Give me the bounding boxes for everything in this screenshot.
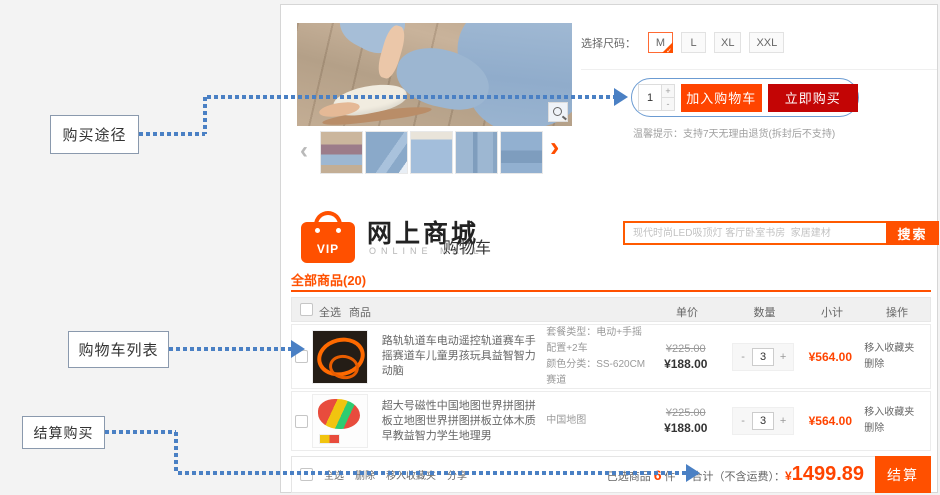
column-operation: 操作: [862, 304, 932, 320]
row2-delete-link[interactable]: 删除: [864, 421, 930, 437]
dotted-line-a1: [139, 132, 205, 136]
dotted-line-c3: [178, 471, 686, 475]
thumbnail-4[interactable]: [455, 131, 498, 174]
size-option-xl[interactable]: XL: [714, 32, 741, 53]
total-amount: 1499.89: [792, 463, 864, 486]
row1-spec-line2: 颜色分类：SS-620CM赛道: [546, 357, 646, 389]
total-label: 合计（不含运费）：: [692, 468, 786, 484]
row2-spec-line1: 中国地图: [546, 413, 646, 429]
add-to-cart-button[interactable]: 加入购物车: [681, 84, 762, 112]
row1-qty-value[interactable]: 3: [752, 348, 774, 366]
cart-table-header: 全选 商品 单价 数量 小计 操作: [291, 297, 931, 322]
arrowhead-buy-controls-icon: [614, 88, 628, 106]
row2-product-image[interactable]: [312, 394, 368, 448]
row2-qty-minus-button[interactable]: -: [738, 415, 748, 427]
tab-all-items[interactable]: 全部商品(20): [291, 270, 366, 289]
image-zoom-button[interactable]: [548, 102, 568, 122]
thumbnails-next-arrow-icon[interactable]: ›: [550, 137, 559, 157]
row1-operations: 移入收藏夹 删除: [860, 341, 930, 373]
column-unit-price: 单价: [647, 304, 727, 320]
annotation-cart-list: 购物车列表: [68, 331, 169, 368]
row2-product-spec: 中国地图: [546, 413, 646, 429]
buy-now-button[interactable]: 立即购买: [768, 84, 858, 112]
shop-window: ‹ › 选择尺码： M L XL XXL + - 加入购物车 立即购买 温馨提示…: [280, 4, 938, 493]
row2-move-to-favorites-link[interactable]: 移入收藏夹: [864, 405, 930, 421]
select-all-label: 全选: [319, 304, 341, 320]
column-quantity: 数量: [727, 304, 802, 320]
quantity-increase-button[interactable]: +: [662, 84, 675, 98]
row1-delete-link[interactable]: 删除: [864, 357, 930, 373]
row1-product-image[interactable]: [312, 330, 368, 384]
row1-qty-minus-button[interactable]: -: [738, 351, 748, 363]
search-bar: 搜索: [623, 221, 939, 245]
arrowhead-cart-list-icon: [291, 340, 305, 358]
product-main-image[interactable]: [297, 23, 572, 126]
cart-row-2: 超大号磁性中国地图世界拼图拼板立地图世界拼图拼板立体木质早教益智力学生地理男 中…: [291, 391, 931, 451]
vip-bag-logo-icon: VIP: [301, 211, 355, 263]
checkout-button[interactable]: 结算: [875, 456, 931, 493]
size-option-m[interactable]: M: [648, 32, 673, 53]
total-currency: ¥: [785, 469, 792, 483]
row2-product-title[interactable]: 超大号磁性中国地图世界拼图拼板立地图世界拼图拼板立体木质早教益智力学生地理男: [382, 399, 547, 444]
row2-original-price: ¥225.00: [646, 407, 726, 419]
bag-body: VIP: [301, 222, 355, 263]
quantity-input[interactable]: [638, 84, 662, 111]
thumbnail-3[interactable]: [410, 131, 453, 174]
column-product: 商品: [349, 304, 371, 320]
thumbnail-1[interactable]: [320, 131, 363, 174]
section-divider: [581, 69, 937, 70]
annotation-purchase-path: 购买途径: [50, 115, 139, 154]
dotted-line-c1: [105, 430, 176, 434]
row1-spec-line1: 套餐类型：电动+手摇配置+2车: [546, 325, 646, 357]
thumbnails-prev-arrow-icon[interactable]: ‹: [300, 141, 308, 161]
size-selector-row: 选择尺码： M L XL XXL: [581, 32, 784, 53]
dotted-line-a3: [207, 95, 614, 99]
size-option-l[interactable]: L: [681, 32, 706, 53]
size-options: M L XL XXL: [648, 32, 784, 53]
row1-unit-price: ¥225.00 ¥188.00: [646, 343, 726, 371]
thumbnail-strip: [320, 131, 543, 174]
row2-current-price: ¥188.00: [646, 421, 726, 435]
row1-original-price: ¥225.00: [646, 343, 726, 355]
dotted-line-b1: [169, 347, 291, 351]
arrowhead-checkout-icon: [686, 464, 700, 482]
row1-move-to-favorites-link[interactable]: 移入收藏夹: [864, 341, 930, 357]
column-subtotal: 小计: [802, 304, 862, 320]
search-button[interactable]: 搜索: [886, 221, 939, 245]
thumbnail-5[interactable]: [500, 131, 543, 174]
selected-items-count: 6: [654, 467, 662, 483]
quantity-decrease-button[interactable]: -: [662, 98, 675, 112]
magnifier-icon: [553, 107, 562, 116]
quantity-stepper: + -: [638, 84, 675, 111]
row1-qty-plus-button[interactable]: +: [778, 351, 788, 363]
page-title: 购物车: [443, 234, 491, 258]
size-option-xxl[interactable]: XXL: [749, 32, 784, 53]
row2-subtotal: ¥564.00: [800, 414, 860, 428]
row2-operations: 移入收藏夹 删除: [860, 405, 930, 437]
row1-subtotal: ¥564.00: [800, 350, 860, 364]
search-input[interactable]: [623, 221, 886, 245]
row2-qty-plus-button[interactable]: +: [778, 415, 788, 427]
thumbnail-2[interactable]: [365, 131, 408, 174]
row1-product-title[interactable]: 路轨轨道车电动遥控轨道赛车手摇赛道车儿童男孩玩具益智智力动脑: [382, 334, 547, 379]
vip-text: VIP: [301, 242, 355, 256]
annotation-checkout: 结算购买: [22, 416, 105, 449]
row2-quantity-stepper: - 3 +: [732, 407, 794, 435]
buy-controls-highlight: + - 加入购物车 立即购买: [631, 78, 859, 117]
row1-quantity-stepper: - 3 +: [732, 343, 794, 371]
row2-unit-price: ¥225.00 ¥188.00: [646, 407, 726, 435]
row2-qty-value[interactable]: 3: [752, 412, 774, 430]
return-policy-hint: 温馨提示：支持7天无理由退货(拆封后不支持): [633, 125, 835, 140]
dotted-line-a2: [203, 97, 207, 134]
row1-current-price: ¥188.00: [646, 357, 726, 371]
select-all-checkbox[interactable]: [300, 303, 313, 316]
row2-checkbox[interactable]: [295, 415, 308, 428]
cart-row-1: 路轨轨道车电动遥控轨道赛车手摇赛道车儿童男孩玩具益智智力动脑 套餐类型：电动+手…: [291, 324, 931, 389]
row1-product-spec: 套餐类型：电动+手摇配置+2车 颜色分类：SS-620CM赛道: [546, 325, 646, 389]
size-label: 选择尺码：: [581, 35, 636, 51]
tab-underline: [291, 290, 931, 292]
dotted-line-c2: [174, 432, 178, 473]
